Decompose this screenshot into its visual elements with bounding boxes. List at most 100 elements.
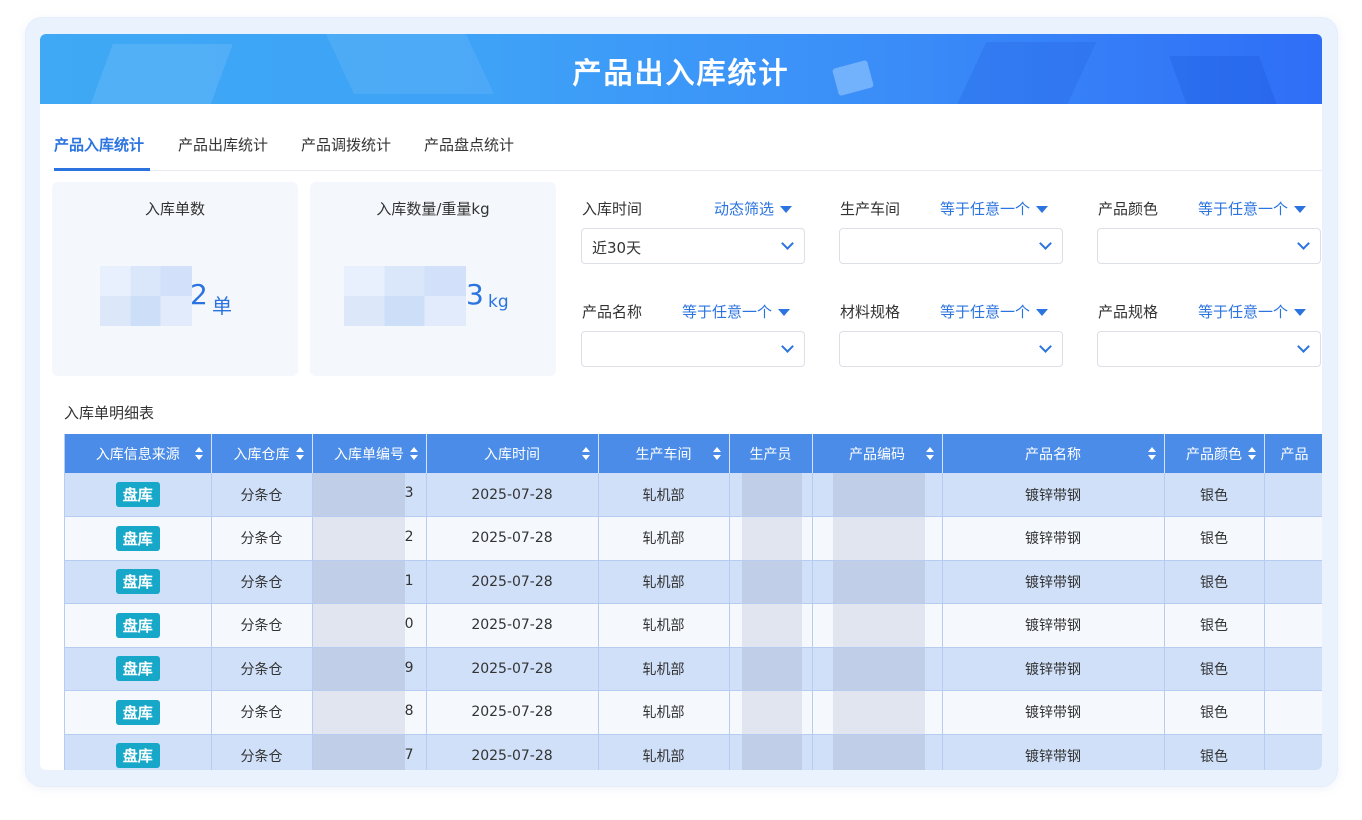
filter-select-material-spec[interactable] [839, 331, 1063, 367]
column-header-label: 入库信息来源 [95, 446, 180, 463]
cell-product-code [812, 647, 943, 691]
cell-workshop: 轧机部 [598, 603, 730, 648]
masked-value [832, 473, 925, 516]
cell-warehouse: 分条仓 [211, 690, 313, 735]
stat-card-order-count: 入库单数 2 单 [52, 182, 298, 376]
masked-value [741, 473, 802, 516]
cell-product-color: 银色 [1164, 516, 1265, 561]
source-badge[interactable]: 盘库 [115, 525, 160, 551]
source-badge[interactable]: 盘库 [115, 656, 160, 682]
table-row[interactable]: 盘库 分条仓 0 2025-07-28 轧机部 镀锌带钢 银色 [65, 603, 1322, 648]
sort-icon[interactable] [1247, 447, 1256, 461]
cell-product-name: 镀锌带钢 [942, 516, 1165, 561]
cell-time: 2025-07-28 [426, 734, 599, 770]
filter-op-text: 动态筛选 [714, 200, 775, 218]
column-header-order-no[interactable]: 入库单编号 [312, 434, 427, 473]
filter-select-value: 近30天 [592, 239, 642, 257]
column-header-product-code[interactable]: 产品编码 [812, 434, 943, 473]
tab-inventory-stats[interactable]: 产品盘点统计 [424, 134, 514, 155]
column-header-label: 入库时间 [484, 446, 540, 463]
column-header-product-color[interactable]: 产品颜色 [1164, 434, 1265, 473]
filter-op-product-spec[interactable]: 等于任意一个 [1198, 301, 1307, 322]
cell-workshop: 轧机部 [598, 647, 730, 691]
source-badge[interactable]: 盘库 [115, 743, 160, 769]
filter-op-material-spec[interactable]: 等于任意一个 [940, 301, 1049, 322]
filter-op-color[interactable]: 等于任意一个 [1198, 198, 1307, 219]
masked-value [312, 517, 405, 560]
column-header-warehouse[interactable]: 入库仓库 [211, 434, 313, 473]
stat-label: 入库数量/重量kg [376, 200, 490, 218]
cell-operator [729, 734, 813, 770]
table-title: 入库单明细表 [64, 404, 155, 422]
filter-label-time: 入库时间 [582, 200, 643, 218]
filter-select-color[interactable] [1097, 228, 1321, 264]
column-header-label: 产品编码 [849, 446, 905, 463]
table-row[interactable]: 盘库 分条仓 7 2025-07-28 轧机部 镀锌带钢 银色 [65, 734, 1322, 770]
source-badge[interactable]: 盘库 [115, 482, 160, 507]
stat-label: 入库单数 [144, 200, 205, 218]
detail-table: 入库信息来源 入库仓库 入库单编号 入库时间 生产车间 生产员 产品编码 产品名… [65, 434, 1322, 770]
caret-down-icon [1036, 309, 1049, 316]
masked-value [832, 604, 925, 647]
masked-value [832, 691, 925, 734]
masked-value [741, 517, 802, 560]
masked-value [344, 266, 466, 296]
filter-select-workshop[interactable] [839, 228, 1063, 264]
tab-inbound-stats[interactable]: 产品入库统计 [54, 134, 144, 155]
cell-product-color: 银色 [1164, 690, 1265, 735]
sort-icon[interactable] [925, 447, 934, 461]
masked-value [832, 647, 925, 690]
sort-icon[interactable] [1147, 447, 1156, 461]
cell-workshop: 轧机部 [598, 734, 730, 770]
table-row[interactable]: 盘库 分条仓 2 2025-07-28 轧机部 镀锌带钢 银色 [65, 516, 1322, 561]
filter-label-color: 产品颜色 [1098, 200, 1159, 218]
main-card: 产品出入库统计 产品入库统计 产品出库统计 产品调拨统计 产品盘点统计 入库单数… [40, 34, 1322, 770]
column-header-workshop[interactable]: 生产车间 [598, 434, 730, 473]
filter-op-workshop[interactable]: 等于任意一个 [940, 198, 1049, 219]
column-header-product-name[interactable]: 产品名称 [942, 434, 1165, 473]
filter-op-time[interactable]: 动态筛选 [714, 198, 793, 219]
tab-transfer-stats[interactable]: 产品调拨统计 [301, 134, 391, 155]
filter-op-text: 等于任意一个 [682, 303, 773, 321]
cell-product-code [812, 734, 943, 770]
table-row[interactable]: 盘库 分条仓 9 2025-07-28 轧机部 镀锌带钢 银色 [65, 647, 1322, 691]
column-header-operator[interactable]: 生产员 [729, 434, 813, 473]
cell-source: 盘库 [65, 516, 212, 561]
table-row[interactable]: 盘库 分条仓 8 2025-07-28 轧机部 镀锌带钢 银色 [65, 690, 1322, 735]
tab-outbound-stats[interactable]: 产品出库统计 [178, 134, 268, 155]
table-row[interactable]: 盘库 分条仓 3 2025-07-28 轧机部 镀锌带钢 银色 [65, 473, 1322, 517]
table-row[interactable]: 盘库 分条仓 1 2025-07-28 轧机部 镀锌带钢 银色 [65, 560, 1322, 604]
active-tab-indicator [54, 168, 150, 171]
column-header-time[interactable]: 入库时间 [426, 434, 599, 473]
sort-icon[interactable] [581, 447, 590, 461]
filter-op-product-name[interactable]: 等于任意一个 [682, 301, 791, 322]
detail-table-container[interactable]: 入库信息来源 入库仓库 入库单编号 入库时间 生产车间 生产员 产品编码 产品名… [64, 434, 1322, 770]
source-badge[interactable]: 盘库 [115, 699, 160, 725]
masked-value [832, 517, 925, 560]
header-banner: 产品出入库统计 [40, 34, 1322, 104]
source-badge[interactable]: 盘库 [115, 569, 160, 595]
stat-value: 3 [466, 278, 484, 311]
sort-icon[interactable] [194, 447, 203, 461]
cell-product-more [1264, 734, 1322, 770]
sort-icon[interactable] [295, 447, 304, 461]
cell-product-color: 银色 [1164, 473, 1265, 517]
filter-select-product-spec[interactable] [1097, 331, 1321, 367]
column-header-source[interactable]: 入库信息来源 [65, 434, 212, 473]
column-header-label: 生产车间 [635, 446, 692, 463]
filter-select-time[interactable]: 近30天 [581, 228, 805, 264]
cell-source: 盘库 [65, 734, 212, 770]
sort-icon[interactable] [409, 447, 418, 461]
cell-time: 2025-07-28 [426, 690, 599, 735]
column-header-product-more[interactable]: 产品 [1264, 434, 1322, 473]
cell-time: 2025-07-28 [426, 560, 599, 604]
sort-icon[interactable] [712, 447, 721, 461]
caret-down-icon [778, 309, 791, 316]
cell-product-more [1264, 560, 1322, 604]
column-header-label: 入库仓库 [233, 446, 290, 463]
cell-product-name: 镀锌带钢 [942, 560, 1165, 604]
filter-label-material-spec: 材料规格 [840, 303, 901, 321]
filter-select-product-name[interactable] [581, 331, 805, 367]
source-badge[interactable]: 盘库 [115, 612, 160, 638]
cell-warehouse: 分条仓 [211, 734, 313, 770]
